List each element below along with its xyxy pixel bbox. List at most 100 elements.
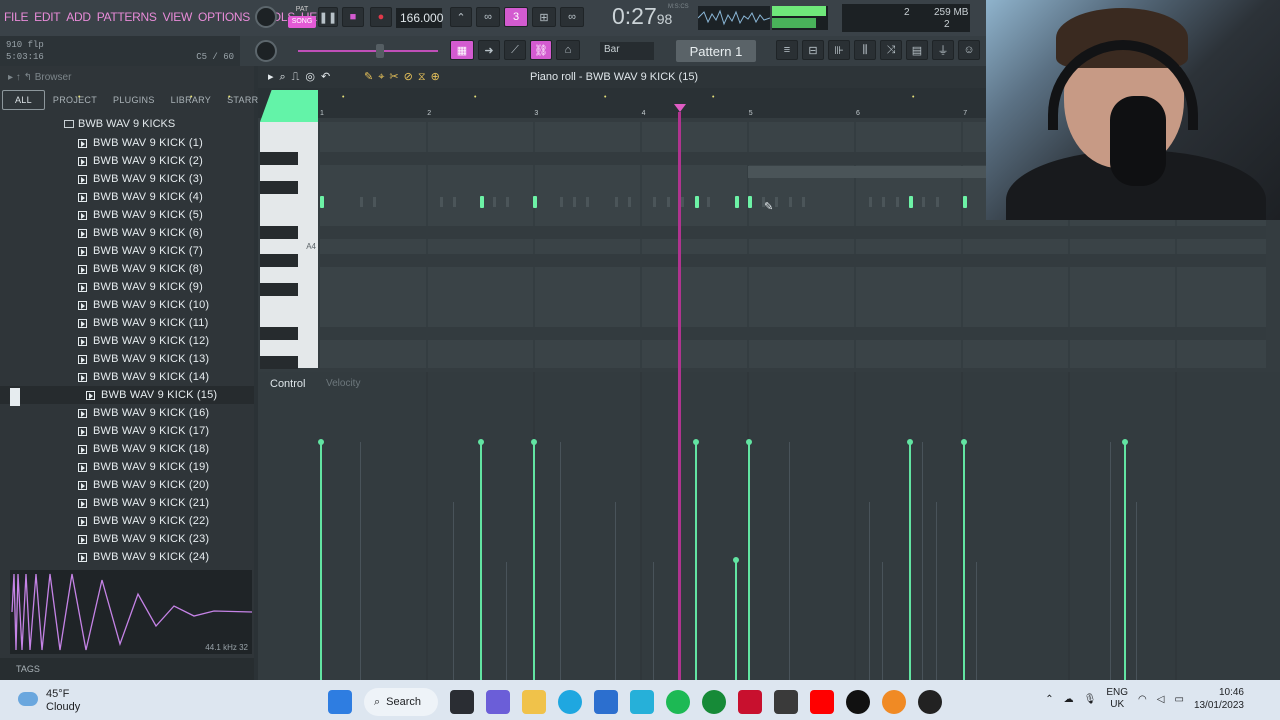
timeline-marker[interactable]: • <box>604 94 606 101</box>
control-label[interactable]: Control <box>270 378 305 390</box>
note[interactable] <box>735 196 739 208</box>
waves-icon[interactable] <box>846 690 870 714</box>
velocity-bar[interactable] <box>693 439 699 680</box>
person-icon[interactable]: ☺ <box>958 40 980 60</box>
master-pitch-slider[interactable] <box>298 44 438 58</box>
velocity-bar[interactable] <box>318 439 324 680</box>
browser-file-item[interactable]: BWB WAV 9 KICK (3) <box>0 170 254 188</box>
browser-file-item[interactable]: BWB WAV 9 KICK (17) <box>0 422 254 440</box>
play-button[interactable]: ❚❚ <box>318 7 338 27</box>
tab-plugins[interactable]: PLUGINS <box>105 90 163 110</box>
network-icon[interactable]: ☁ <box>1064 694 1074 705</box>
pat-song-switch[interactable]: PAT SONG <box>288 4 316 30</box>
piano-roll-icon[interactable]: ▦ <box>450 40 474 60</box>
app-l-icon[interactable] <box>630 690 654 714</box>
event-editor[interactable]: Control Velocity <box>258 372 1280 680</box>
timeline-marker[interactable]: • <box>474 94 476 101</box>
battery-icon[interactable]: ▭ <box>1174 694 1183 705</box>
velocity-handle[interactable] <box>693 439 699 445</box>
fl-studio-2-icon[interactable] <box>918 690 942 714</box>
clock[interactable]: 10:46 13/01/2023 <box>1194 686 1244 712</box>
edit-tools-icon[interactable]: ✎⌖✂⊘⧖⊕ <box>364 70 445 84</box>
youtube-icon[interactable] <box>810 690 834 714</box>
black-key[interactable] <box>260 226 298 239</box>
tab-project[interactable]: PROJECT <box>45 90 105 110</box>
master-pitch-knob[interactable] <box>255 40 277 62</box>
note[interactable] <box>480 196 484 208</box>
browser-file-item[interactable]: BWB WAV 9 KICK (15) <box>0 386 254 404</box>
language-indicator[interactable]: ENG UK <box>1106 687 1128 711</box>
stamp-icon[interactable]: ⌂ <box>556 40 580 60</box>
tab-all[interactable]: ALL <box>2 90 45 110</box>
velocity-handle[interactable] <box>1122 439 1128 445</box>
master-volume-knob[interactable] <box>255 6 277 28</box>
browser-file-item[interactable]: BWB WAV 9 KICK (9) <box>0 278 254 296</box>
task-view-icon[interactable] <box>450 690 474 714</box>
black-key[interactable] <box>260 181 298 194</box>
velocity-bar[interactable] <box>907 439 913 680</box>
tags-bar[interactable]: TAGS <box>0 658 254 680</box>
browser-file-item[interactable]: BWB WAV 9 KICK (11) <box>0 314 254 332</box>
playlist-icon[interactable]: ≡ <box>776 40 798 60</box>
taskbar-search[interactable]: ⌕ Search <box>364 688 438 716</box>
velocity-bar[interactable] <box>478 439 484 680</box>
black-key[interactable] <box>260 327 298 340</box>
mcafee-icon[interactable] <box>738 690 762 714</box>
browser-file-item[interactable]: BWB WAV 9 KICK (2) <box>0 152 254 170</box>
plugin-picker-icon[interactable]: ⤨ <box>880 40 902 60</box>
mic-icon[interactable]: 🎙 <box>1084 694 1097 705</box>
velocity-handle[interactable] <box>318 439 324 445</box>
velocity-bar[interactable] <box>1122 439 1128 680</box>
black-key[interactable] <box>260 152 298 165</box>
channel-rack-icon[interactable]: ⊟ <box>802 40 824 60</box>
folder-item[interactable]: BWB WAV 9 KICKS <box>64 118 175 130</box>
velocity-handle[interactable] <box>746 439 752 445</box>
browser-file-item[interactable]: BWB WAV 9 KICK (22) <box>0 512 254 530</box>
note[interactable] <box>695 196 699 208</box>
countdown-icon[interactable]: 3 <box>504 7 528 27</box>
browser-file-item[interactable]: BWB WAV 9 KICK (10) <box>0 296 254 314</box>
stop-button[interactable]: ■ <box>342 7 364 27</box>
fl-studio-icon[interactable] <box>882 690 906 714</box>
pattern-selector[interactable]: Pattern 1 <box>676 40 756 62</box>
browser-file-item[interactable]: BWB WAV 9 KICK (4) <box>0 188 254 206</box>
windows-start-icon[interactable] <box>328 690 352 714</box>
browser-file-item[interactable]: BWB WAV 9 KICK (16) <box>0 404 254 422</box>
menu-add[interactable]: ADD <box>66 10 91 24</box>
timeline-marker[interactable]: • <box>78 94 80 101</box>
browser-file-item[interactable]: BWB WAV 9 KICK (20) <box>0 476 254 494</box>
browser-file-item[interactable]: BWB WAV 9 KICK (24) <box>0 548 254 566</box>
volume-icon[interactable]: ◁ <box>1157 694 1165 705</box>
menu-view[interactable]: VIEW <box>163 10 193 24</box>
link-icon[interactable]: ⛓ <box>530 40 552 60</box>
wait-input-icon[interactable]: ∞ <box>476 7 500 27</box>
note[interactable] <box>909 196 913 208</box>
timeline-marker[interactable]: • <box>712 94 714 101</box>
xbox-icon[interactable] <box>702 690 726 714</box>
snap-icon[interactable]: ⟋ <box>504 40 526 60</box>
browser-file-item[interactable]: BWB WAV 9 KICK (23) <box>0 530 254 548</box>
mixer-icon[interactable]: ⊪ <box>828 40 850 60</box>
black-key[interactable] <box>260 356 298 369</box>
mixer-view-icon[interactable]: ⫼ <box>854 40 876 60</box>
arrow-right-icon[interactable]: ➜ <box>478 40 500 60</box>
plug-icon[interactable]: ⏚ <box>932 40 954 60</box>
browser-file-item[interactable]: BWB WAV 9 KICK (8) <box>0 260 254 278</box>
note[interactable] <box>320 196 324 208</box>
step-edit-icon[interactable]: ⊞ <box>532 7 556 27</box>
edge-icon[interactable] <box>558 690 582 714</box>
browser-file-item[interactable]: BWB WAV 9 KICK (14) <box>0 368 254 386</box>
velocity-bar[interactable] <box>733 557 739 680</box>
file-explorer-icon[interactable] <box>522 690 546 714</box>
tempo-display[interactable]: 166.000 <box>396 8 443 28</box>
menu-edit[interactable]: EDIT <box>34 10 60 24</box>
browser-file-item[interactable]: BWB WAV 9 KICK (12) <box>0 332 254 350</box>
tray-chevron-icon[interactable]: ⌃ <box>1045 694 1053 705</box>
velocity-bar[interactable] <box>531 439 537 680</box>
timeline-marker[interactable]: • <box>190 94 192 101</box>
browser-file-item[interactable]: BWB WAV 9 KICK (19) <box>0 458 254 476</box>
browser-file-item[interactable]: BWB WAV 9 KICK (5) <box>0 206 254 224</box>
velocity-handle[interactable] <box>531 439 537 445</box>
note[interactable] <box>533 196 537 208</box>
playhead-marker[interactable] <box>674 104 686 112</box>
